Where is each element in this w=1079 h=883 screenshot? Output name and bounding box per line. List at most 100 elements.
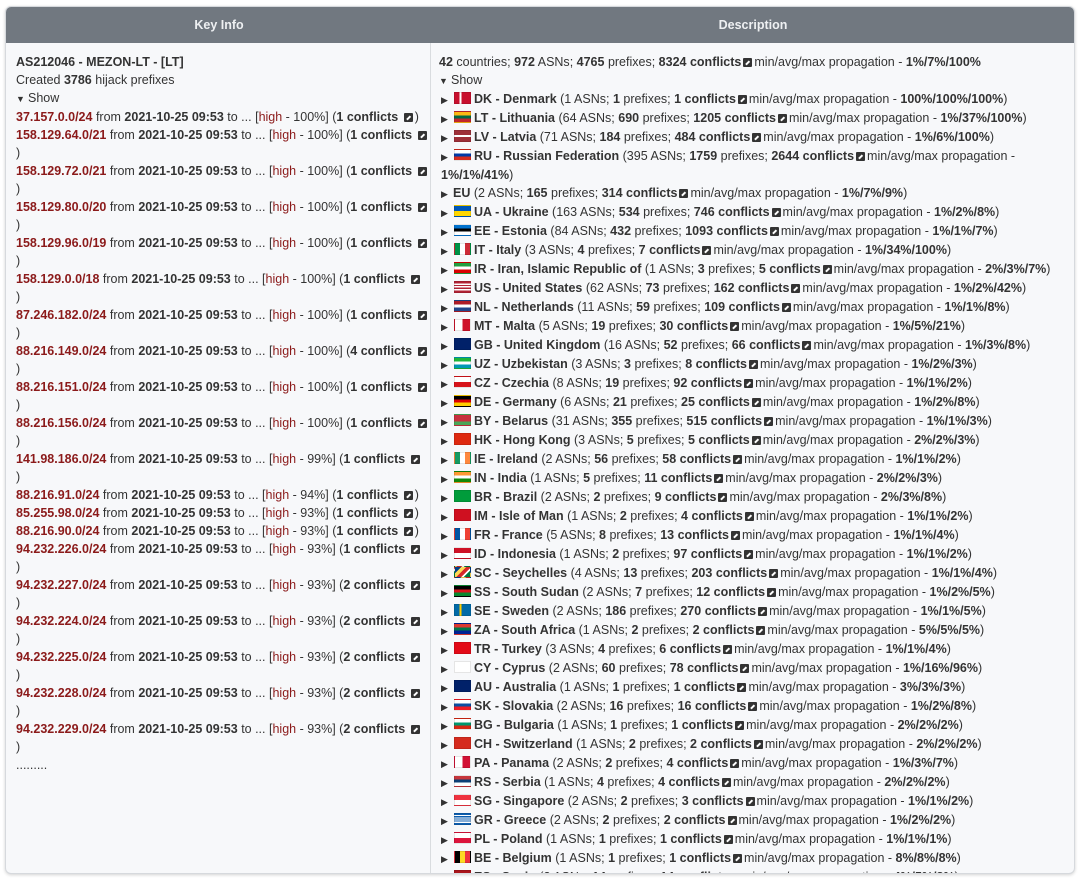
external-link-icon[interactable] bbox=[410, 617, 420, 626]
country-row-za[interactable]: ▶ ZA - South Africa (1 ASNs; 2 prefixes; … bbox=[439, 621, 1074, 640]
external-link-icon[interactable] bbox=[723, 645, 733, 654]
external-link-icon[interactable] bbox=[744, 550, 754, 559]
external-link-icon[interactable] bbox=[410, 545, 420, 554]
external-link-icon[interactable] bbox=[735, 721, 745, 730]
prefix-link[interactable]: 94.232.225.0/24 bbox=[16, 650, 106, 664]
country-row-pl[interactable]: ▶ PL - Poland (1 ASNs; 1 prefixes; 1 conf… bbox=[439, 830, 1074, 849]
country-row-ua[interactable]: ▶ UA - Ukraine (163 ASNs; 534 prefixes; 7… bbox=[439, 203, 1074, 222]
external-link-icon[interactable] bbox=[718, 493, 728, 502]
prefix-link[interactable]: 37.157.0.0/24 bbox=[16, 110, 92, 124]
external-link-icon[interactable] bbox=[417, 239, 427, 248]
country-row-sk[interactable]: ▶ SK - Slovakia (2 ASNs; 16 prefixes; 16 … bbox=[439, 697, 1074, 716]
country-row-hk[interactable]: ▶ HK - Hong Kong (3 ASNs; 5 prefixes; 5 c… bbox=[439, 431, 1074, 450]
external-link-icon[interactable] bbox=[737, 95, 747, 104]
external-link-icon[interactable] bbox=[764, 417, 774, 426]
prefix-link[interactable]: 141.98.186.0/24 bbox=[16, 452, 106, 466]
country-row-de[interactable]: ▶ DE - Germany (6 ASNs; 21 prefixes; 25 c… bbox=[439, 393, 1074, 412]
country-row-nl[interactable]: ▶ NL - Netherlands (11 ASNs; 59 prefixes;… bbox=[439, 298, 1074, 317]
external-link-icon[interactable] bbox=[410, 275, 420, 284]
external-link-icon[interactable] bbox=[417, 311, 427, 320]
country-row-us[interactable]: ▶ US - United States (62 ASNs; 73 prefixe… bbox=[439, 279, 1074, 298]
external-link-icon[interactable] bbox=[403, 509, 413, 518]
prefix-link[interactable]: 88.216.90.0/24 bbox=[16, 524, 99, 538]
external-link-icon[interactable] bbox=[417, 419, 427, 428]
external-link-icon[interactable] bbox=[723, 835, 733, 844]
country-row-es[interactable]: ▶ES - Spain (2 ASNs; 14 prefixes; 14 con… bbox=[439, 868, 1074, 874]
country-row-by[interactable]: ▶ BY - Belarus (31 ASNs; 355 prefixes; 51… bbox=[439, 412, 1074, 431]
country-row-br[interactable]: ▶ BR - Brazil (2 ASNs; 2 prefixes; 9 conf… bbox=[439, 488, 1074, 507]
external-link-icon[interactable] bbox=[744, 512, 754, 521]
external-link-icon[interactable] bbox=[721, 778, 731, 787]
country-row-lt[interactable]: ▶ LT - Lithuania (64 ASNs; 690 prefixes; … bbox=[439, 109, 1074, 128]
country-row-ie[interactable]: ▶ IE - Ireland (2 ASNs; 56 prefixes; 58 c… bbox=[439, 450, 1074, 469]
external-link-icon[interactable] bbox=[730, 531, 740, 540]
prefix-link[interactable]: 85.255.98.0/24 bbox=[16, 506, 99, 520]
external-link-icon[interactable] bbox=[744, 379, 754, 388]
external-link-icon[interactable] bbox=[417, 167, 427, 176]
prefix-link[interactable]: 94.232.227.0/24 bbox=[16, 578, 106, 592]
external-link-icon[interactable] bbox=[756, 626, 766, 635]
prefix-link[interactable]: 88.216.151.0/24 bbox=[16, 380, 106, 394]
country-row-im[interactable]: ▶ IM - Isle of Man (1 ASNs; 2 prefixes; 4… bbox=[439, 507, 1074, 526]
external-link-icon[interactable] bbox=[751, 398, 761, 407]
country-row-ru[interactable]: ▶ RU - Russian Federation (395 ASNs; 1759… bbox=[439, 147, 1074, 184]
country-row-gr[interactable]: ▶ GR - Greece (2 ASNs; 2 prefixes; 2 conf… bbox=[439, 811, 1074, 830]
external-link-icon[interactable] bbox=[417, 347, 427, 356]
key-show-toggle[interactable]: ▼ Show bbox=[16, 89, 430, 108]
country-row-ir[interactable]: ▶ IR - Iran, Islamic Republic of (1 ASNs;… bbox=[439, 260, 1074, 279]
prefix-link[interactable]: 158.129.80.0/20 bbox=[16, 200, 106, 214]
country-row-fr[interactable]: ▶ FR - France (5 ASNs; 8 prefixes; 13 con… bbox=[439, 526, 1074, 545]
country-row-id[interactable]: ▶ ID - Indonesia (1 ASNs; 2 prefixes; 97 … bbox=[439, 545, 1074, 564]
country-row-it[interactable]: ▶ IT - Italy (3 ASNs; 4 prefixes; 7 confl… bbox=[439, 241, 1074, 260]
country-row-au[interactable]: ▶ AU - Australia (1 ASNs; 1 prefixes; 1 c… bbox=[439, 678, 1074, 697]
country-row-lv[interactable]: ▶ LV - Latvia (71 ASNs; 184 prefixes; 484… bbox=[439, 128, 1074, 147]
country-row-sg[interactable]: ▶ SG - Singapore (2 ASNs; 2 prefixes; 3 c… bbox=[439, 792, 1074, 811]
external-link-icon[interactable] bbox=[856, 152, 866, 161]
external-link-icon[interactable] bbox=[727, 816, 737, 825]
external-link-icon[interactable] bbox=[730, 759, 740, 768]
country-row-in[interactable]: ▶ IN - India (1 ASNs; 5 prefixes; 11 conf… bbox=[439, 469, 1074, 488]
prefix-link[interactable]: 94.232.224.0/24 bbox=[16, 614, 106, 628]
country-row-ss[interactable]: ▶ SS - South Sudan (2 ASNs; 7 prefixes; 1… bbox=[439, 583, 1074, 602]
country-row-ee[interactable]: ▶ EE - Estonia (84 ASNs; 432 prefixes; 10… bbox=[439, 222, 1074, 241]
country-row-bg[interactable]: ▶ BG - Bulgaria (1 ASNs; 1 prefixes; 1 co… bbox=[439, 716, 1074, 735]
prefix-link[interactable]: 158.129.0.0/18 bbox=[16, 272, 99, 286]
external-link-icon[interactable] bbox=[403, 491, 413, 500]
external-link-icon[interactable] bbox=[403, 113, 413, 122]
country-row-eu[interactable]: ▶ EU (2 ASNs; 165 prefixes; 314 conflicts… bbox=[439, 184, 1074, 203]
country-row-gb[interactable]: ▶ GB - United Kingdom (16 ASNs; 52 prefix… bbox=[439, 336, 1074, 355]
external-link-icon[interactable] bbox=[417, 131, 427, 140]
external-link-icon[interactable] bbox=[714, 474, 724, 483]
external-link-icon[interactable] bbox=[410, 689, 420, 698]
external-link-icon[interactable] bbox=[740, 664, 750, 673]
prefix-link[interactable]: 88.216.156.0/24 bbox=[16, 416, 106, 430]
country-row-pa[interactable]: ▶ PA - Panama (2 ASNs; 2 prefixes; 4 conf… bbox=[439, 754, 1074, 773]
country-row-uz[interactable]: ▶ UZ - Uzbekistan (3 ASNs; 3 prefixes; 8 … bbox=[439, 355, 1074, 374]
external-link-icon[interactable] bbox=[410, 725, 420, 734]
external-link-icon[interactable] bbox=[737, 683, 747, 692]
external-link-icon[interactable] bbox=[749, 360, 759, 369]
external-link-icon[interactable] bbox=[769, 227, 779, 236]
country-row-rs[interactable]: ▶ RS - Serbia (1 ASNs; 4 prefixes; 4 conf… bbox=[439, 773, 1074, 792]
external-link-icon[interactable] bbox=[745, 797, 755, 806]
external-link-icon[interactable] bbox=[733, 455, 743, 464]
external-link-icon[interactable] bbox=[679, 189, 689, 198]
country-row-ch[interactable]: ▶ CH - Switzerland (1 ASNs; 2 prefixes; 2… bbox=[439, 735, 1074, 754]
external-link-icon[interactable] bbox=[777, 114, 787, 123]
external-link-icon[interactable] bbox=[752, 133, 762, 142]
prefix-link[interactable]: 94.232.229.0/24 bbox=[16, 722, 106, 736]
external-link-icon[interactable] bbox=[791, 284, 801, 293]
country-row-sc[interactable]: ▶ SC - Seychelles (4 ASNs; 13 prefixes; 2… bbox=[439, 564, 1074, 583]
prefix-link[interactable]: 87.246.182.0/24 bbox=[16, 308, 106, 322]
external-link-icon[interactable] bbox=[417, 383, 427, 392]
external-link-icon[interactable] bbox=[731, 873, 740, 874]
external-link-icon[interactable] bbox=[730, 322, 740, 331]
country-row-tr[interactable]: ▶ TR - Turkey (3 ASNs; 4 prefixes; 6 conf… bbox=[439, 640, 1074, 659]
country-row-dk[interactable]: ▶ DK - Denmark (1 ASNs; 1 prefixes; 1 con… bbox=[439, 90, 1074, 109]
prefix-link[interactable]: 88.216.91.0/24 bbox=[16, 488, 99, 502]
external-link-icon[interactable] bbox=[753, 740, 763, 749]
external-link-icon[interactable] bbox=[769, 569, 779, 578]
external-link-icon[interactable] bbox=[802, 341, 812, 350]
prefix-link[interactable]: 88.216.149.0/24 bbox=[16, 344, 106, 358]
prefix-link[interactable]: 94.232.226.0/24 bbox=[16, 542, 106, 556]
